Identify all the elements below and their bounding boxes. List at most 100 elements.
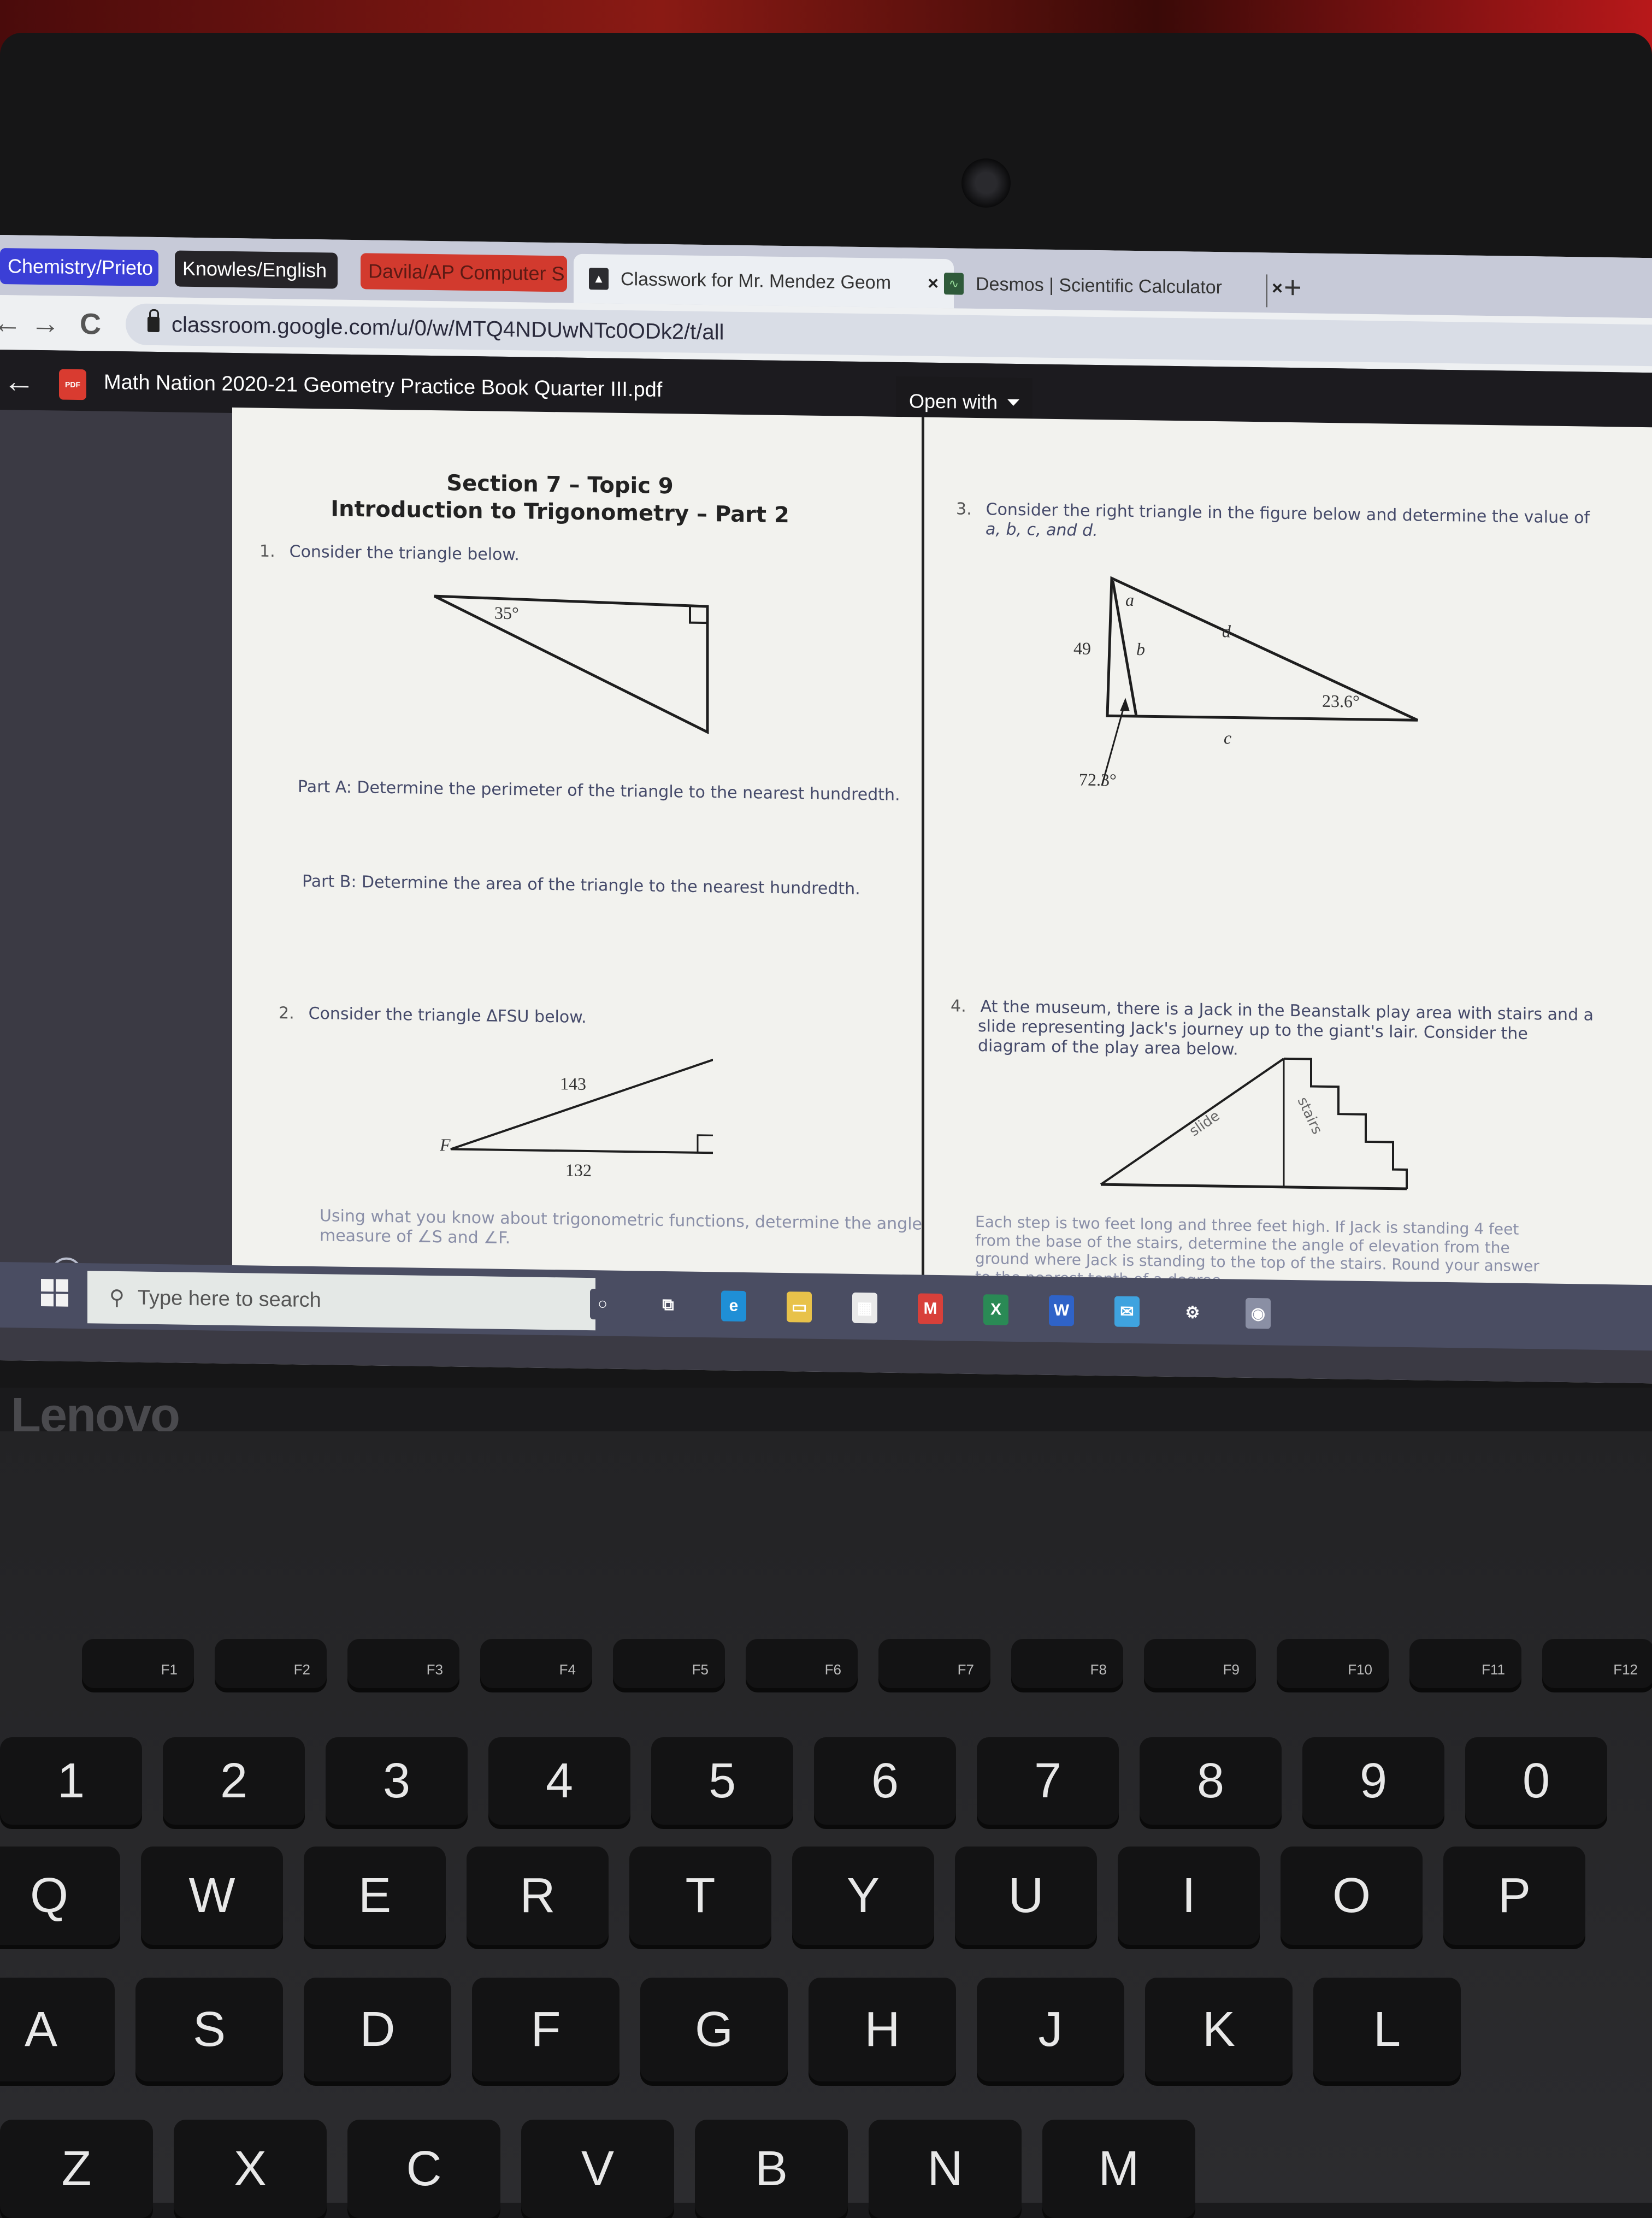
key-8[interactable]: 8 bbox=[1140, 1737, 1282, 1825]
open-with-label: Open with bbox=[908, 390, 998, 414]
key-1[interactable]: 1 bbox=[0, 1737, 142, 1825]
store-icon[interactable]: ▦ bbox=[852, 1292, 877, 1324]
mcafee-icon[interactable]: M bbox=[918, 1293, 943, 1325]
key-f3[interactable]: F3 bbox=[347, 1639, 459, 1688]
key-4[interactable]: 4 bbox=[488, 1737, 630, 1825]
key-f8[interactable]: F8 bbox=[1011, 1639, 1123, 1688]
key-d[interactable]: D bbox=[304, 1978, 451, 2081]
back-arrow-icon[interactable]: ← bbox=[3, 363, 35, 400]
chrome-icon[interactable]: ◉ bbox=[1246, 1297, 1271, 1329]
tab-classwork[interactable]: ▲ Classwork for Mr. Mendez Geom × bbox=[574, 253, 954, 309]
key-p[interactable]: P bbox=[1443, 1847, 1585, 1945]
key-f4[interactable]: F4 bbox=[480, 1639, 592, 1688]
lock-icon bbox=[148, 316, 160, 333]
taskbar-search-box[interactable]: ⚲ Type here to search bbox=[87, 1271, 595, 1331]
key-2[interactable]: 2 bbox=[163, 1737, 305, 1825]
label-a: a bbox=[1125, 590, 1134, 610]
key-q[interactable]: Q bbox=[0, 1847, 120, 1945]
key-0[interactable]: 0 bbox=[1465, 1737, 1607, 1825]
tab-desmos[interactable]: ∿ Desmos | Scientific Calculator × bbox=[929, 259, 1298, 313]
key-b[interactable]: B bbox=[695, 2120, 848, 2218]
new-tab-button[interactable]: + bbox=[1284, 269, 1302, 305]
settings-icon[interactable]: ⚙ bbox=[1180, 1297, 1205, 1328]
key-o[interactable]: O bbox=[1281, 1847, 1423, 1945]
task-view-icon[interactable]: ⧉ bbox=[656, 1289, 681, 1321]
column-divider bbox=[922, 417, 924, 1324]
key-h[interactable]: H bbox=[809, 1978, 956, 2081]
key-f10[interactable]: F10 bbox=[1277, 1639, 1389, 1688]
google-classroom-icon: ▲ bbox=[589, 268, 609, 290]
search-icon: ⚲ bbox=[109, 1286, 125, 1309]
key-f12[interactable]: F12 bbox=[1542, 1639, 1652, 1688]
stairs-label: stairs bbox=[1294, 1095, 1325, 1137]
triangle-fsu-diagram: S F U 143 55 132 bbox=[440, 1057, 713, 1179]
close-icon[interactable]: × bbox=[1272, 278, 1283, 299]
key-f2[interactable]: F2 bbox=[215, 1639, 327, 1688]
mail-icon[interactable]: ✉ bbox=[1114, 1296, 1140, 1328]
file-explorer-icon[interactable]: ▭ bbox=[787, 1291, 812, 1323]
key-y[interactable]: Y bbox=[792, 1847, 934, 1945]
label-c: c bbox=[1224, 728, 1231, 747]
key-f1[interactable]: F1 bbox=[82, 1639, 194, 1688]
key-i[interactable]: I bbox=[1118, 1847, 1260, 1945]
cortana-icon[interactable]: ○ bbox=[590, 1289, 615, 1320]
back-button[interactable]: ← bbox=[0, 306, 22, 340]
key-f6[interactable]: F6 bbox=[746, 1639, 858, 1688]
key-f7[interactable]: F7 bbox=[878, 1639, 990, 1688]
bookmark-english[interactable]: Knowles/English bbox=[175, 250, 338, 289]
part-b: Part B: Determine the area of the triang… bbox=[302, 871, 860, 899]
pdf-file-icon: PDF bbox=[59, 369, 86, 400]
key-f5[interactable]: F5 bbox=[613, 1639, 725, 1688]
key-a[interactable]: A bbox=[0, 1978, 115, 2081]
key-m[interactable]: M bbox=[1042, 2120, 1195, 2218]
key-x[interactable]: X bbox=[174, 2120, 327, 2218]
key-f[interactable]: F bbox=[472, 1978, 620, 2081]
key-j[interactable]: J bbox=[977, 1978, 1124, 2081]
key-l[interactable]: L bbox=[1313, 1978, 1461, 2081]
key-c[interactable]: C bbox=[347, 2120, 500, 2218]
key-9[interactable]: 9 bbox=[1302, 1737, 1444, 1825]
stairs-outline bbox=[1284, 1057, 1408, 1189]
key-r[interactable]: R bbox=[467, 1847, 609, 1945]
forward-button[interactable]: → bbox=[31, 306, 60, 341]
search-placeholder: Type here to search bbox=[137, 1286, 321, 1312]
question-3: 3. Consider the right triangle in the fig… bbox=[956, 499, 1590, 541]
key-f9[interactable]: F9 bbox=[1144, 1639, 1256, 1688]
vertex-f: F bbox=[440, 1135, 451, 1154]
windows-start-icon[interactable] bbox=[41, 1279, 68, 1307]
key-7[interactable]: 7 bbox=[977, 1737, 1119, 1825]
key-3[interactable]: 3 bbox=[326, 1737, 468, 1825]
key-6[interactable]: 6 bbox=[814, 1737, 956, 1825]
word-icon[interactable]: W bbox=[1049, 1295, 1074, 1326]
excel-icon[interactable]: X bbox=[983, 1294, 1008, 1325]
key-5[interactable]: 5 bbox=[651, 1737, 793, 1825]
key-w[interactable]: W bbox=[141, 1847, 283, 1945]
edge-icon[interactable]: e bbox=[721, 1290, 746, 1322]
tab-title: Desmos | Scientific Calculator bbox=[976, 273, 1222, 298]
key-u[interactable]: U bbox=[955, 1847, 1097, 1945]
key-z[interactable]: Z bbox=[0, 2120, 153, 2218]
triangle-fsu bbox=[450, 1057, 713, 1154]
bookmark-chemistry[interactable]: Chemistry/Prieto bbox=[0, 248, 158, 287]
key-e[interactable]: E bbox=[304, 1847, 446, 1945]
key-s[interactable]: S bbox=[135, 1978, 283, 2081]
url-text: classroom.google.com/u/0/w/MTQ4NDUwNTc0O… bbox=[172, 312, 724, 345]
caret-down-icon bbox=[1007, 399, 1020, 406]
file-name: Math Nation 2020-21 Geometry Practice Bo… bbox=[104, 370, 663, 402]
qwerty-keys-row: QWERTYUIOP bbox=[0, 1847, 1585, 1945]
key-k[interactable]: K bbox=[1145, 1978, 1293, 2081]
key-n[interactable]: N bbox=[869, 2120, 1022, 2218]
key-t[interactable]: T bbox=[629, 1847, 771, 1945]
right-angle-marker bbox=[697, 1134, 713, 1153]
bookmark-ap-computer[interactable]: Davila/AP Computer S bbox=[361, 253, 567, 292]
function-keys-row: F1 F2 F3 F4 F5 F6 F7 F8 F9 F10 F11 F12 bbox=[82, 1639, 1652, 1688]
desmos-icon: ∿ bbox=[944, 273, 964, 295]
key-v[interactable]: V bbox=[521, 2120, 674, 2218]
key-f11[interactable]: F11 bbox=[1409, 1639, 1521, 1688]
question-2: 2. Consider the triangle ΔFSU below. bbox=[279, 1004, 587, 1027]
right-angle-marker bbox=[689, 606, 707, 624]
key-g[interactable]: G bbox=[640, 1978, 788, 2081]
ground-line bbox=[1101, 1183, 1407, 1190]
pdf-page: Section 7 – Topic 9 Introduction to Trig… bbox=[232, 407, 1652, 1335]
reload-button[interactable]: C bbox=[80, 307, 101, 341]
